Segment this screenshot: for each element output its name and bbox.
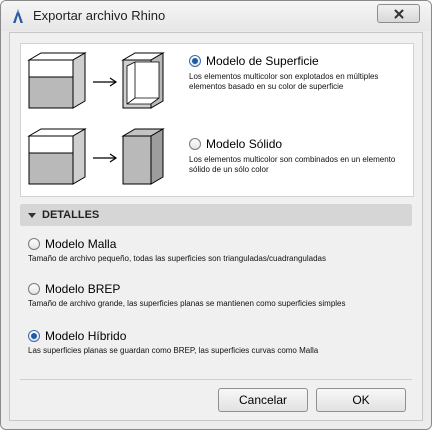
cancel-button[interactable]: Cancelar bbox=[218, 388, 308, 412]
close-button[interactable] bbox=[377, 4, 420, 23]
ok-button[interactable]: OK bbox=[316, 388, 406, 412]
mesh-model-description: Tamaño de archivo pequeño, todas las sup… bbox=[28, 254, 326, 263]
solid-model-label: Modelo Sólido bbox=[206, 137, 283, 151]
close-icon bbox=[394, 9, 403, 18]
surface-model-radio[interactable] bbox=[189, 55, 201, 67]
brep-model-radio[interactable] bbox=[28, 283, 40, 295]
solid-model-radio[interactable] bbox=[189, 138, 201, 150]
hybrid-model-label: Modelo Híbrido bbox=[45, 329, 127, 343]
surface-model-illustration bbox=[27, 52, 165, 109]
details-section-header[interactable]: DETALLES bbox=[20, 204, 412, 226]
mesh-model-radio[interactable] bbox=[28, 238, 40, 250]
mesh-model-label: Modelo Malla bbox=[45, 237, 117, 251]
hybrid-model-description: Las superficies planas se guardan como B… bbox=[28, 346, 319, 355]
dialog-content: Modelo de Superficie Los elementos multi… bbox=[9, 32, 423, 421]
title-bar: Exportar archivo Rhino bbox=[1, 1, 431, 31]
surface-model-label: Modelo de Superficie bbox=[206, 54, 319, 68]
mesh-model-option[interactable]: Modelo Malla bbox=[28, 237, 116, 251]
model-type-panel: Modelo de Superficie Los elementos multi… bbox=[20, 43, 414, 197]
details-label: DETALLES bbox=[42, 209, 100, 221]
solid-model-illustration bbox=[27, 128, 165, 185]
brep-model-description: Tamaño de archivo grande, las superficie… bbox=[28, 299, 346, 308]
brep-model-option[interactable]: Modelo BREP bbox=[28, 282, 120, 296]
export-rhino-dialog: Exportar archivo Rhino Modelo de Superfi… bbox=[0, 0, 432, 430]
surface-model-option[interactable]: Modelo de Superficie bbox=[189, 54, 319, 68]
hybrid-model-option[interactable]: Modelo Híbrido bbox=[28, 329, 126, 343]
hybrid-model-radio[interactable] bbox=[28, 330, 40, 342]
window-title: Exportar archivo Rhino bbox=[33, 8, 166, 23]
button-separator bbox=[20, 379, 412, 380]
disclosure-triangle-icon bbox=[28, 212, 36, 218]
archicad-app-icon bbox=[13, 9, 23, 23]
solid-model-description: Los elementos multicolor son combinados … bbox=[189, 155, 396, 174]
solid-model-option[interactable]: Modelo Sólido bbox=[189, 137, 282, 151]
brep-model-label: Modelo BREP bbox=[45, 282, 121, 296]
surface-model-description: Los elementos multicolor son explotados … bbox=[189, 72, 379, 91]
